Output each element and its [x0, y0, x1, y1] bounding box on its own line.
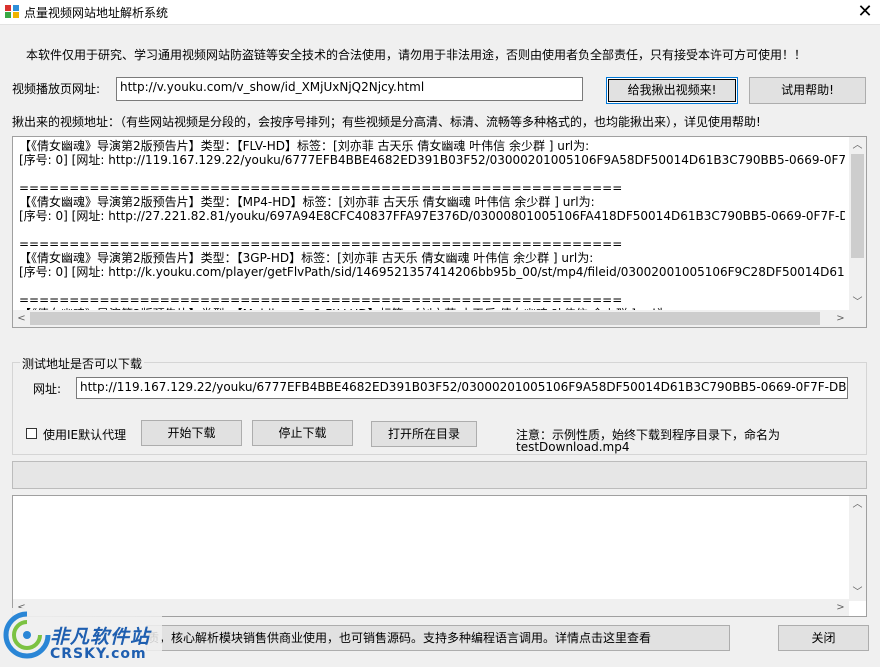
- result-lines: 【《倩女幽魂》导演第2版预告片】类型：【FLV-HD】标签：[刘亦菲 古天乐 倩…: [19, 139, 845, 321]
- log-scroll-down-icon[interactable]: ﹀: [849, 584, 866, 601]
- close-icon[interactable]: ✕: [852, 1, 878, 23]
- page-url-input[interactable]: http://v.youku.com/v_show/id_XMjUxNjQ2Nj…: [116, 77, 583, 101]
- scroll-left-icon[interactable]: <: [13, 310, 30, 327]
- result-line: [19, 279, 845, 293]
- result-hscroll-thumb[interactable]: [30, 312, 820, 325]
- commercial-info-link[interactable]: 质，核心解析模块销售供商业使用，也可销售源码。支持多种编程语言调用。详情点击这里…: [146, 625, 730, 651]
- disclaimer-notice: 本软件仅用于研究、学习通用视频网站防盗链等安全技术的合法使用，请勿用于非法用途，…: [26, 48, 807, 62]
- app-icon: [5, 5, 19, 18]
- log-scroll-right-icon[interactable]: >: [832, 599, 849, 616]
- result-label: 揪出来的视频地址：（有些网站视频是分段的，会按序号排列；有些视频是分高清、标清、…: [12, 115, 761, 129]
- close-button[interactable]: 关闭: [778, 625, 869, 651]
- log-scroll-up-icon[interactable]: ︿: [849, 496, 866, 513]
- download-group-title: 测试地址是否可以下载: [20, 355, 145, 372]
- commercial-info-text: 质，核心解析模块销售供商业使用，也可销售源码。支持多种编程语言调用。详情点击这里…: [147, 631, 652, 645]
- download-progress-bar: [12, 461, 867, 489]
- scroll-up-icon[interactable]: ︿: [849, 137, 866, 154]
- download-url-input[interactable]: http://119.167.129.22/youku/6777EFB4BBE4…: [76, 377, 848, 399]
- log-vscrollbar[interactable]: ︿ ﹀: [849, 496, 866, 601]
- result-line: [序号: 0] [网址: http://k.youku.com/player/g…: [19, 265, 845, 279]
- result-line: 【《倩女幽魂》导演第2版预告片】类型：【MP4-HD】标签：[刘亦菲 古天乐 倩…: [19, 195, 595, 209]
- trial-help-button[interactable]: 试用帮助!: [749, 77, 866, 104]
- extract-video-button[interactable]: 给我揪出视频来!: [606, 77, 738, 104]
- start-download-button[interactable]: 开始下载: [141, 420, 242, 446]
- crsky-logo-icon: [3, 611, 51, 659]
- result-line: [19, 167, 845, 181]
- download-url-label: 网址:: [33, 382, 62, 396]
- ie-proxy-label: 使用IE默认代理: [43, 428, 127, 442]
- scroll-right-icon[interactable]: >: [832, 310, 849, 327]
- stop-download-button[interactable]: 停止下载: [252, 420, 353, 446]
- result-line: ========================================…: [19, 237, 623, 251]
- page-url-label: 视频播放页网址:: [12, 82, 101, 96]
- watermark-en-text: CRSKY.com: [50, 646, 147, 662]
- window-title: 点量视频网站地址解析系统: [24, 6, 169, 20]
- result-line: 【《倩女幽魂》导演第2版预告片】类型：【3GP-HD】标签：[刘亦菲 古天乐 倩…: [19, 251, 594, 265]
- result-line: ========================================…: [19, 293, 623, 307]
- result-hscrollbar[interactable]: < >: [13, 310, 849, 327]
- result-line: [序号: 0] [网址: http://119.167.129.22/youku…: [19, 153, 845, 167]
- scroll-down-icon[interactable]: ﹀: [849, 294, 866, 311]
- ie-proxy-checkbox[interactable]: [26, 428, 37, 439]
- result-textarea[interactable]: 【《倩女幽魂》导演第2版预告片】类型：【FLV-HD】标签：[刘亦菲 古天乐 倩…: [12, 136, 867, 328]
- result-line: 【《倩女幽魂》导演第2版预告片】类型：【FLV-HD】标签：[刘亦菲 古天乐 倩…: [19, 139, 590, 153]
- result-line: [19, 223, 845, 237]
- log-textarea[interactable]: ︿ ﹀ < >: [12, 495, 867, 617]
- download-note-line2: testDownload.mp4: [516, 440, 630, 454]
- watermark-cn-text: 非凡软件站: [50, 626, 151, 648]
- result-line: ========================================…: [19, 181, 623, 195]
- open-folder-button[interactable]: 打开所在目录: [371, 421, 477, 447]
- result-line: [序号: 0] [网址: http://27.221.82.81/youku/6…: [19, 209, 845, 223]
- result-vscrollbar[interactable]: ︿ ﹀: [849, 137, 866, 311]
- result-vscroll-thumb[interactable]: [851, 154, 864, 258]
- scroll-corner: [849, 310, 866, 327]
